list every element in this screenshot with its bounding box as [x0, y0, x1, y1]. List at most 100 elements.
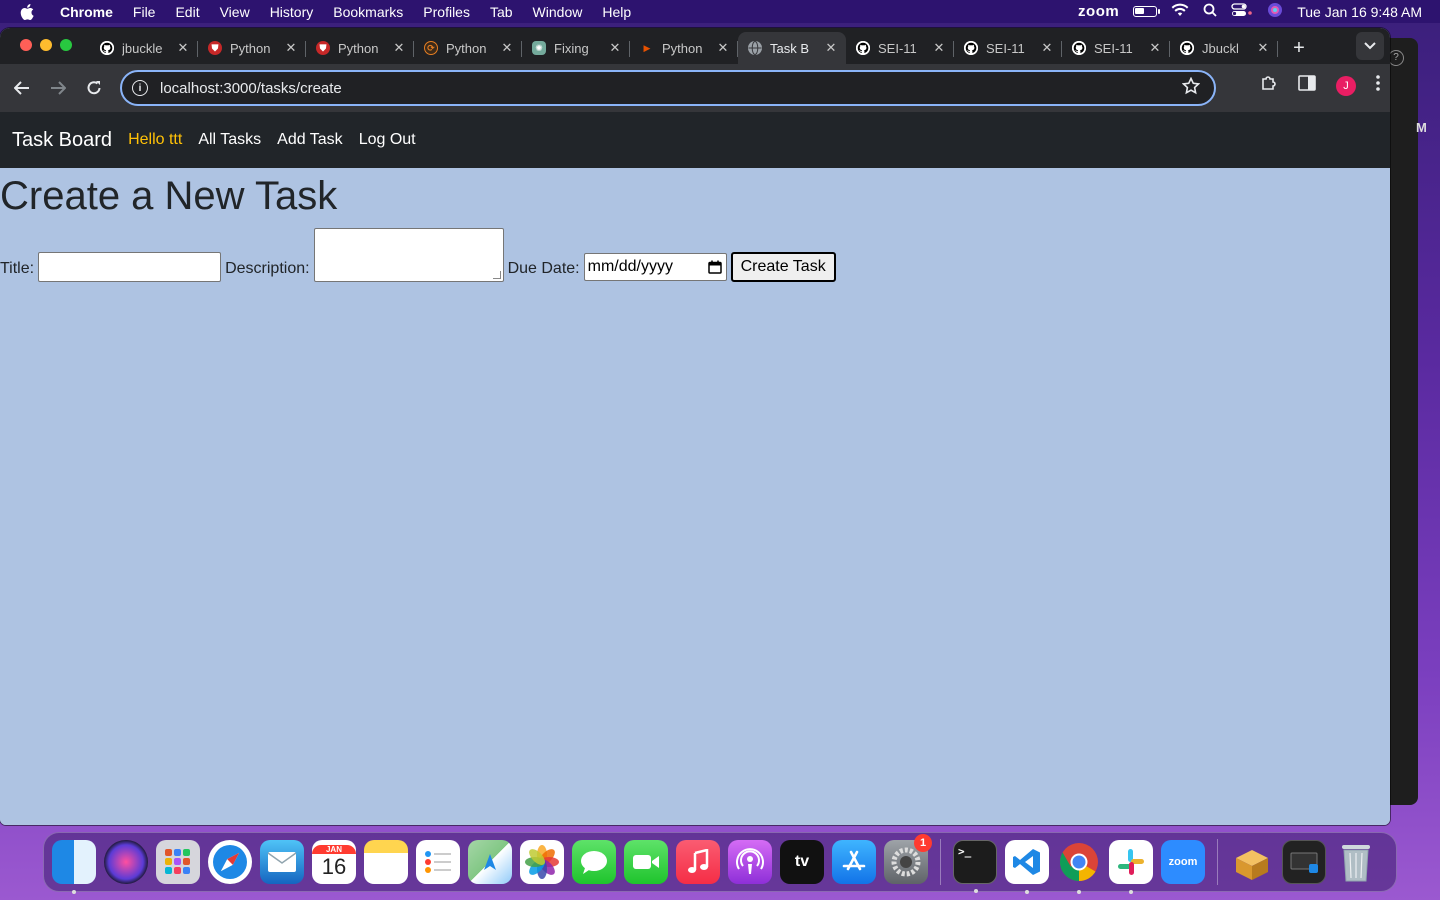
navbar-brand[interactable]: Task Board: [12, 129, 112, 152]
messages-bubble-icon[interactable]: [572, 840, 616, 884]
wifi-icon[interactable]: [1171, 3, 1189, 20]
tab-title: Jbuckl: [1202, 40, 1239, 56]
description-textarea[interactable]: [313, 228, 504, 282]
launchpad-icon[interactable]: [156, 840, 200, 884]
new-tab-plus-icon[interactable]: +: [1284, 33, 1314, 63]
tab-python-4[interactable]: ▶ Python ✕: [630, 33, 738, 63]
app-store-icon[interactable]: [832, 840, 876, 884]
close-tab-icon[interactable]: ✕: [608, 40, 622, 56]
back-arrow-icon[interactable]: [8, 74, 36, 102]
address-bar-url[interactable]: localhost:3000/tasks/create: [160, 80, 1182, 97]
podcasts-icon[interactable]: [728, 840, 772, 884]
menu-edit[interactable]: Edit: [165, 4, 209, 20]
apple-menu-icon[interactable]: [18, 3, 36, 21]
trash-icon[interactable]: [1334, 840, 1378, 884]
nav-link-all-tasks[interactable]: All Tasks: [198, 131, 261, 149]
extensions-puzzle-icon[interactable]: [1260, 74, 1278, 97]
title-input[interactable]: [38, 252, 222, 282]
close-tab-icon[interactable]: ✕: [824, 40, 838, 56]
menu-tab[interactable]: Tab: [480, 4, 523, 20]
chrome-window: jbuckle ✕ ⛊ Python ✕ ⛊ Python ✕ ⟳ Python…: [0, 28, 1390, 825]
tab-fixing[interactable]: ✺ Fixing ✕: [522, 33, 630, 63]
siri-icon[interactable]: [104, 840, 148, 884]
tab-python-1[interactable]: ⛊ Python ✕: [198, 33, 306, 63]
control-center-icon[interactable]: [1231, 3, 1253, 20]
zoom-window-button[interactable]: [60, 39, 72, 51]
photos-flower-icon[interactable]: [520, 840, 564, 884]
due-date-input[interactable]: mm/dd/yyyy: [583, 253, 727, 281]
menu-view[interactable]: View: [210, 4, 260, 20]
menu-profiles[interactable]: Profiles: [413, 4, 480, 20]
terminal-icon[interactable]: >_: [953, 840, 997, 893]
close-tab-icon[interactable]: ✕: [284, 40, 298, 56]
music-note-icon[interactable]: [676, 840, 720, 884]
zoom-status-item[interactable]: zoom: [1078, 3, 1119, 20]
close-tab-icon[interactable]: ✕: [1256, 40, 1270, 56]
menu-bookmarks[interactable]: Bookmarks: [323, 4, 413, 20]
tab-task-board[interactable]: Task B ✕: [738, 32, 846, 64]
close-tab-icon[interactable]: ✕: [500, 40, 514, 56]
forward-arrow-icon[interactable]: [44, 74, 72, 102]
siri-icon[interactable]: [1267, 2, 1283, 21]
chrome-icon[interactable]: [1057, 840, 1101, 894]
close-window-button[interactable]: [20, 39, 32, 51]
minimize-window-button[interactable]: [40, 39, 52, 51]
tab-jbuckle[interactable]: jbuckle ✕: [90, 33, 198, 63]
calendar-app-icon[interactable]: JAN 16: [312, 840, 356, 884]
tab-python-3[interactable]: ⟳ Python ✕: [414, 33, 522, 63]
reload-icon[interactable]: [80, 74, 108, 102]
tab-sei-1[interactable]: SEI-11 ✕: [846, 33, 954, 63]
calendar-icon[interactable]: [707, 260, 722, 279]
safari-compass-icon[interactable]: [208, 840, 252, 884]
side-panel-icon[interactable]: [1298, 75, 1316, 96]
address-bar[interactable]: i localhost:3000/tasks/create: [120, 70, 1216, 106]
create-task-button[interactable]: Create Task: [730, 252, 836, 282]
screen-recording-icon[interactable]: [1282, 840, 1326, 884]
finder-icon[interactable]: [52, 840, 96, 894]
tab-sei-2[interactable]: SEI-11 ✕: [954, 33, 1062, 63]
close-tab-icon[interactable]: ✕: [1040, 40, 1054, 56]
tab-jbuckle-2[interactable]: Jbuckl ✕: [1170, 33, 1278, 63]
close-tab-icon[interactable]: ✕: [176, 40, 190, 56]
facetime-camera-icon[interactable]: [624, 840, 668, 884]
tab-search-chevron-icon[interactable]: [1356, 32, 1384, 60]
close-tab-icon[interactable]: ✕: [716, 40, 730, 56]
menu-clock[interactable]: Tue Jan 16 9:48 AM: [1297, 4, 1422, 20]
macos-menu-bar: Chrome File Edit View History Bookmarks …: [0, 0, 1440, 23]
close-tab-icon[interactable]: ✕: [932, 40, 946, 56]
calendar-day: 16: [321, 853, 347, 879]
tab-list: jbuckle ✕ ⛊ Python ✕ ⛊ Python ✕ ⟳ Python…: [90, 28, 1314, 64]
kebab-menu-icon[interactable]: [1376, 75, 1380, 96]
profile-avatar[interactable]: J: [1336, 75, 1356, 96]
menu-app-name[interactable]: Chrome: [50, 4, 123, 20]
tab-sei-3[interactable]: SEI-11 ✕: [1062, 33, 1170, 63]
menu-file[interactable]: File: [123, 4, 166, 20]
globe-icon: [748, 41, 762, 55]
window-controls: [20, 39, 72, 51]
site-info-icon[interactable]: i: [132, 80, 148, 96]
vscode-icon[interactable]: [1005, 840, 1049, 894]
notes-icon[interactable]: [364, 840, 408, 884]
archive-package-icon[interactable]: [1230, 840, 1274, 884]
reminders-list-icon[interactable]: [416, 840, 460, 884]
tab-python-2[interactable]: ⛊ Python ✕: [306, 33, 414, 63]
system-settings-gear-icon[interactable]: 1: [884, 834, 932, 884]
zoom-app-icon[interactable]: zoom: [1161, 840, 1205, 884]
maps-icon[interactable]: [468, 840, 512, 884]
apple-tv-icon[interactable]: tv: [780, 840, 824, 884]
dock-separator: [1217, 839, 1218, 885]
python-orange-icon: ⟳: [424, 41, 438, 55]
tab-title: Python: [446, 40, 487, 56]
menu-help[interactable]: Help: [592, 4, 641, 20]
close-tab-icon[interactable]: ✕: [1148, 40, 1162, 56]
battery-icon[interactable]: [1133, 6, 1161, 17]
bookmark-star-icon[interactable]: [1181, 76, 1201, 100]
slack-icon[interactable]: [1109, 840, 1153, 894]
mail-envelope-icon[interactable]: [260, 840, 304, 884]
spotlight-search-icon[interactable]: [1203, 3, 1217, 20]
menu-history[interactable]: History: [260, 4, 324, 20]
menu-window[interactable]: Window: [523, 4, 593, 20]
nav-link-add-task[interactable]: Add Task: [277, 131, 343, 149]
nav-link-log-out[interactable]: Log Out: [359, 131, 416, 149]
close-tab-icon[interactable]: ✕: [392, 40, 406, 56]
